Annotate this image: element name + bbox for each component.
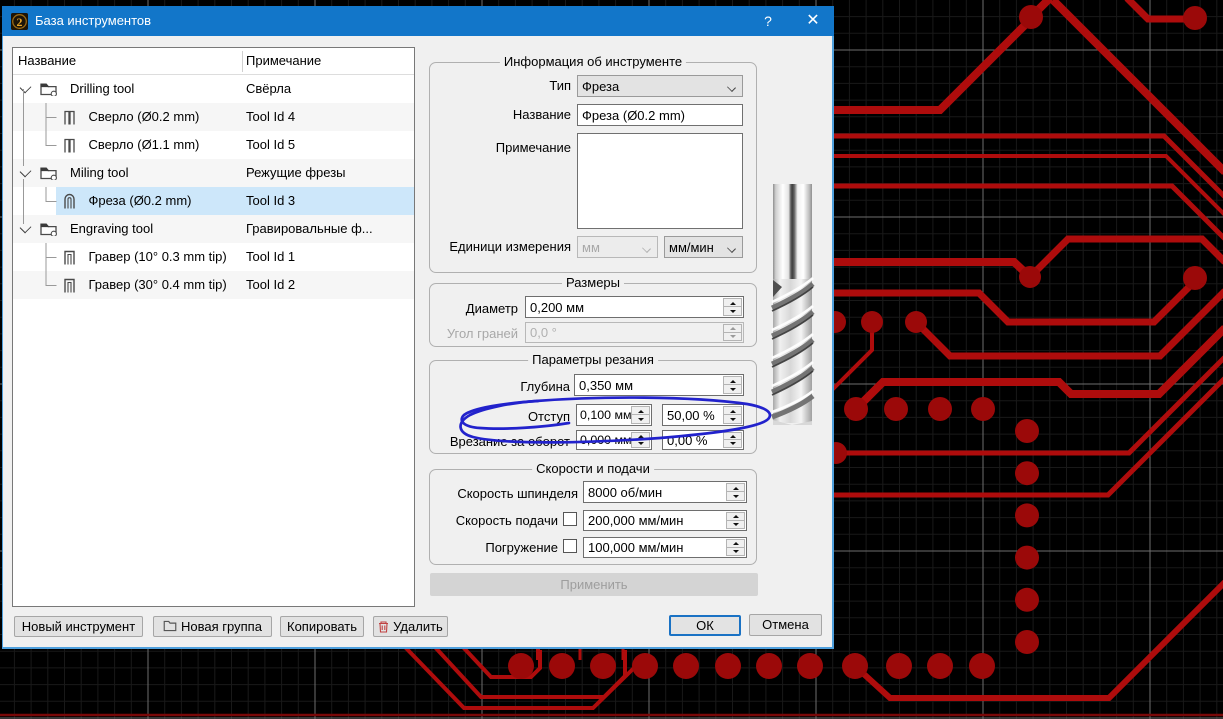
svg-text:2: 2 xyxy=(17,15,23,29)
